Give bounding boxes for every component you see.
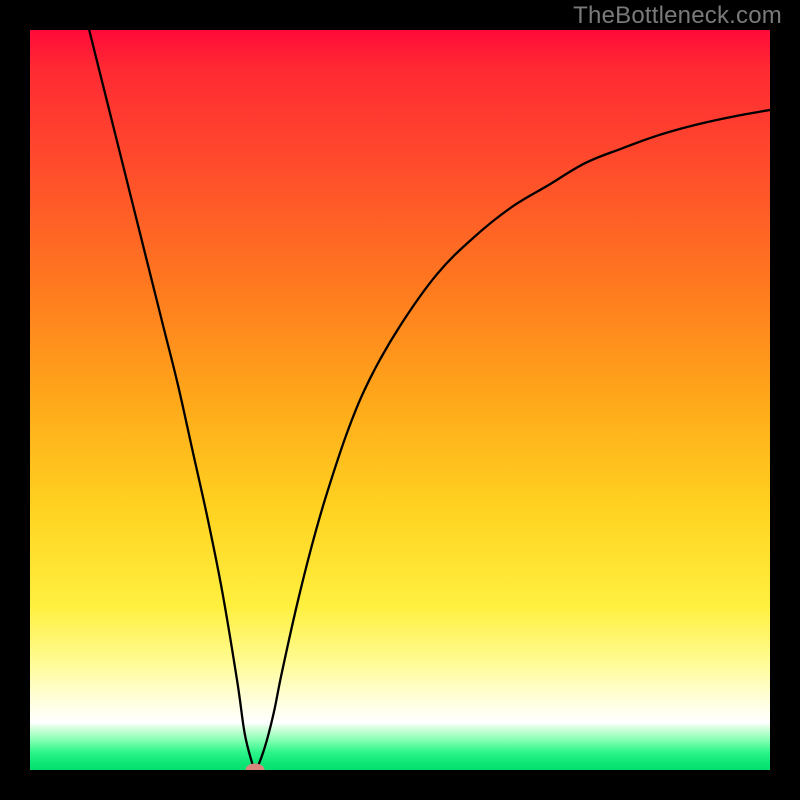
- minimum-marker: [245, 764, 264, 771]
- plot-area: [30, 30, 770, 770]
- watermark-text: TheBottleneck.com: [573, 2, 782, 30]
- chart-frame: TheBottleneck.com: [0, 0, 800, 800]
- bottleneck-curve: [89, 30, 770, 770]
- curve-svg: [30, 30, 770, 770]
